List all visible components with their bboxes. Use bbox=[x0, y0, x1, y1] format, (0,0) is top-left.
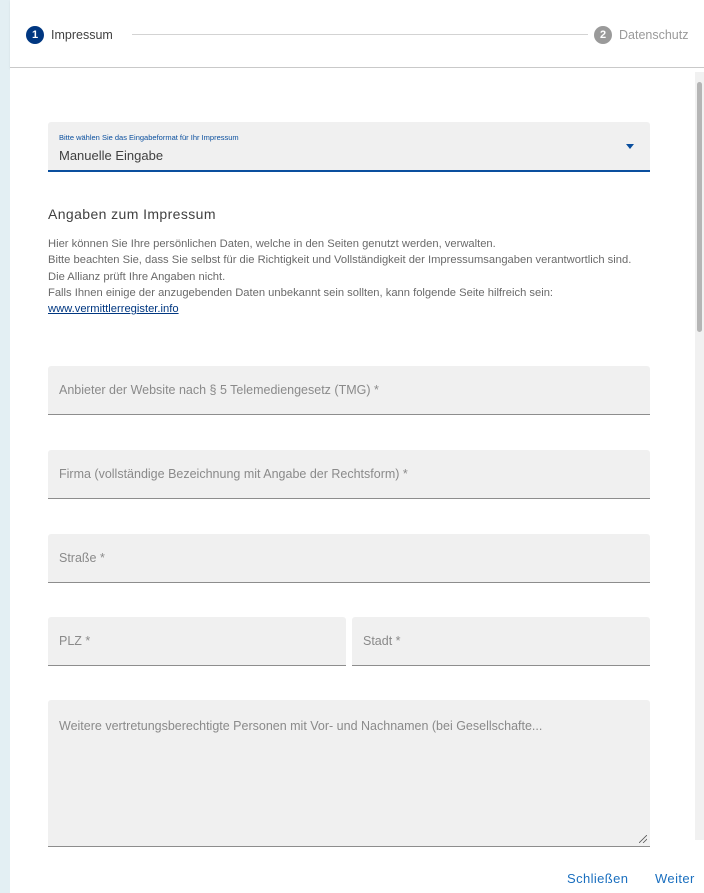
scrollbar-thumb[interactable] bbox=[697, 82, 702, 332]
strasse-placeholder: Straße * bbox=[59, 551, 105, 565]
input-format-select[interactable]: Bitte wählen Sie das Eingabeformat für I… bbox=[48, 122, 650, 172]
step-label: Datenschutz bbox=[619, 28, 689, 42]
weitere-personen-textarea[interactable]: Weitere vertretungsberechtigte Personen … bbox=[48, 700, 650, 847]
chevron-down-icon[interactable] bbox=[626, 144, 634, 149]
stepper: 1 Impressum 2 Datenschutz bbox=[10, 0, 704, 68]
close-button[interactable]: Schließen bbox=[567, 871, 628, 886]
stepper-connector-line bbox=[132, 34, 588, 35]
vermittlerregister-link[interactable]: www.vermittlerregister.info bbox=[48, 303, 179, 315]
firma-field[interactable]: Firma (vollständige Bezeichnung mit Anga… bbox=[48, 450, 650, 499]
step-number-badge: 2 bbox=[594, 26, 612, 44]
intro-line: Bitte beachten Sie, dass Sie selbst für … bbox=[48, 254, 632, 267]
intro-line: Die Allianz prüft Ihre Angaben nicht. bbox=[48, 270, 226, 283]
resize-handle-icon[interactable] bbox=[639, 835, 647, 843]
step-impressum[interactable]: 1 Impressum bbox=[26, 24, 113, 46]
weitere-personen-placeholder: Weitere vertretungsberechtigte Personen … bbox=[59, 719, 543, 733]
intro-text: Hier können Sie Ihre persönlichen Daten,… bbox=[48, 236, 658, 317]
select-label: Bitte wählen Sie das Eingabeformat für I… bbox=[59, 133, 239, 142]
step-label: Impressum bbox=[51, 28, 113, 42]
anbieter-field[interactable]: Anbieter der Website nach § 5 Telemedien… bbox=[48, 366, 650, 415]
plz-field[interactable]: PLZ * bbox=[48, 617, 346, 666]
step-datenschutz[interactable]: 2 Datenschutz bbox=[594, 24, 688, 46]
firma-placeholder: Firma (vollständige Bezeichnung mit Anga… bbox=[59, 467, 408, 481]
intro-line: Falls Ihnen einige der anzugebenden Date… bbox=[48, 286, 554, 299]
intro-line: Hier können Sie Ihre persönlichen Daten,… bbox=[48, 238, 496, 250]
next-button[interactable]: Weiter bbox=[655, 871, 695, 886]
anbieter-placeholder: Anbieter der Website nach § 5 Telemedien… bbox=[59, 383, 379, 397]
strasse-field[interactable]: Straße * bbox=[48, 534, 650, 583]
vertical-scrollbar[interactable] bbox=[695, 72, 704, 840]
step-number-badge: 1 bbox=[26, 26, 44, 44]
select-value: Manuelle Eingabe bbox=[59, 148, 164, 163]
section-title: Angaben zum Impressum bbox=[48, 206, 216, 222]
stadt-field[interactable]: Stadt * bbox=[352, 617, 650, 666]
stadt-placeholder: Stadt * bbox=[363, 634, 401, 648]
plz-placeholder: PLZ * bbox=[59, 634, 91, 648]
